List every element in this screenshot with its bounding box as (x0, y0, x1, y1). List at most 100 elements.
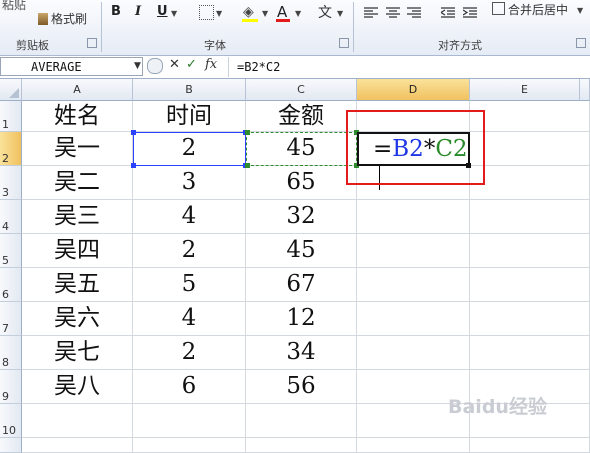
cell-d5[interactable] (357, 234, 470, 268)
align-center-button[interactable] (386, 4, 400, 23)
column-header-a[interactable]: A (22, 79, 133, 101)
resize-handle[interactable] (131, 130, 136, 135)
border-dropdown-icon[interactable]: ▼ (216, 9, 222, 18)
cell-c10[interactable] (246, 404, 357, 438)
decrease-indent-button[interactable] (439, 4, 455, 23)
column-header-f[interactable] (580, 79, 590, 101)
font-color-dropdown-icon[interactable]: ▼ (295, 9, 301, 18)
column-header-c[interactable]: C (246, 79, 357, 101)
cell-b3[interactable]: 3 (133, 166, 246, 200)
cell-b9[interactable]: 6 (133, 370, 246, 404)
formula-input[interactable]: =B2*C2 (228, 57, 590, 77)
cell-a5[interactable]: 吴四 (22, 234, 133, 268)
alignment-launcher-icon[interactable] (576, 38, 586, 48)
cell-a11[interactable] (22, 438, 133, 453)
column-header-d[interactable]: D (357, 79, 470, 101)
cell-e6[interactable] (470, 268, 590, 302)
fill-dropdown-icon[interactable]: ▼ (262, 9, 268, 18)
column-header-b[interactable]: B (133, 79, 246, 101)
resize-handle[interactable] (245, 130, 250, 135)
cell-e7[interactable] (470, 302, 590, 336)
row-header[interactable]: 5 (0, 234, 22, 268)
underline-button[interactable]: U (157, 4, 168, 19)
cell-e1[interactable] (470, 101, 590, 132)
enter-button[interactable]: ✓ (186, 57, 197, 72)
cell-a8[interactable]: 吴七 (22, 336, 133, 370)
collapse-handle-icon[interactable] (147, 58, 163, 74)
cell-a4[interactable]: 吴三 (22, 200, 133, 234)
row-header[interactable]: 2 (0, 132, 22, 166)
cell-d6[interactable] (357, 268, 470, 302)
cell-b8[interactable]: 2 (133, 336, 246, 370)
cell-a1[interactable]: 姓名 (22, 101, 133, 132)
phonetic-dropdown-icon[interactable]: ▼ (337, 9, 343, 18)
row-header[interactable]: 3 (0, 166, 22, 200)
cell-b11[interactable] (133, 438, 246, 453)
cell-e8[interactable] (470, 336, 590, 370)
cell-b1[interactable]: 时间 (133, 101, 246, 132)
name-box[interactable]: AVERAGE (0, 57, 143, 76)
cell-a6[interactable]: 吴五 (22, 268, 133, 302)
cell-a2[interactable]: 吴一 (22, 132, 133, 166)
cell-d8[interactable] (357, 336, 470, 370)
cell-c4[interactable]: 32 (246, 200, 357, 234)
cell-c6[interactable]: 67 (246, 268, 357, 302)
resize-handle[interactable] (245, 163, 250, 168)
cell-c1[interactable]: 金额 (246, 101, 357, 132)
cell-c3[interactable]: 65 (246, 166, 357, 200)
clipboard-launcher-icon[interactable] (87, 38, 97, 48)
row-header[interactable]: 1 (0, 101, 22, 132)
cell-e4[interactable] (470, 200, 590, 234)
cell-a9[interactable]: 吴八 (22, 370, 133, 404)
row-header[interactable]: 7 (0, 302, 22, 336)
cell-c9[interactable]: 56 (246, 370, 357, 404)
row-header[interactable] (0, 438, 22, 453)
fill-color-icon[interactable]: ◈ (243, 4, 254, 20)
cell-c8[interactable]: 34 (246, 336, 357, 370)
row-header[interactable]: 8 (0, 336, 22, 370)
font-launcher-icon[interactable] (339, 38, 349, 48)
cell-b7[interactable]: 4 (133, 302, 246, 336)
cell-c5[interactable]: 45 (246, 234, 357, 268)
cell-c11[interactable] (246, 438, 357, 453)
merge-center-button[interactable]: 合并后居中 (492, 1, 568, 18)
name-box-dropdown-icon[interactable]: ▼ (134, 61, 141, 71)
merge-dropdown-icon[interactable]: ▼ (577, 6, 583, 15)
align-left-button[interactable] (364, 4, 378, 23)
row-header[interactable]: 10 (0, 404, 22, 438)
cell-e11[interactable] (470, 438, 590, 453)
cell-e5[interactable] (470, 234, 590, 268)
cell-e3[interactable] (470, 166, 590, 200)
cell-e2[interactable] (470, 132, 590, 166)
ribbon: 粘贴 格式刷 剪贴板 B I U ▼ ▼ ◈ ▼ A ▼ 文 ▼ 字体 合并后居… (0, 0, 590, 56)
border-icon[interactable] (199, 5, 214, 20)
row-header[interactable]: 6 (0, 268, 22, 302)
row-header[interactable]: 4 (0, 200, 22, 234)
column-header-e[interactable]: E (470, 79, 580, 101)
increase-indent-button[interactable] (462, 4, 477, 23)
cell-b5[interactable]: 2 (133, 234, 246, 268)
paste-label[interactable]: 粘贴 (2, 0, 26, 13)
insert-function-button[interactable]: fx (205, 57, 217, 72)
cell-d7[interactable] (357, 302, 470, 336)
cell-b6[interactable]: 5 (133, 268, 246, 302)
cell-a10[interactable] (22, 404, 133, 438)
align-right-button[interactable] (407, 4, 421, 23)
bold-button[interactable]: B (111, 4, 121, 19)
cell-d11[interactable] (357, 438, 470, 453)
clipboard-group-label: 剪贴板 (16, 39, 49, 52)
select-all-corner[interactable] (0, 79, 22, 101)
cell-a3[interactable]: 吴二 (22, 166, 133, 200)
format-painter-button[interactable]: 格式刷 (38, 10, 87, 27)
italic-button[interactable]: I (135, 4, 141, 19)
cell-b10[interactable] (133, 404, 246, 438)
cell-c7[interactable]: 12 (246, 302, 357, 336)
row-header[interactable]: 9 (0, 370, 22, 404)
underline-dropdown-icon[interactable]: ▼ (171, 9, 177, 18)
cell-a7[interactable]: 吴六 (22, 302, 133, 336)
cancel-button[interactable]: ✕ (169, 57, 180, 72)
cell-b4[interactable]: 4 (133, 200, 246, 234)
resize-handle[interactable] (131, 163, 136, 168)
phonetic-button[interactable]: 文 (318, 2, 332, 22)
cell-d4[interactable] (357, 200, 470, 234)
